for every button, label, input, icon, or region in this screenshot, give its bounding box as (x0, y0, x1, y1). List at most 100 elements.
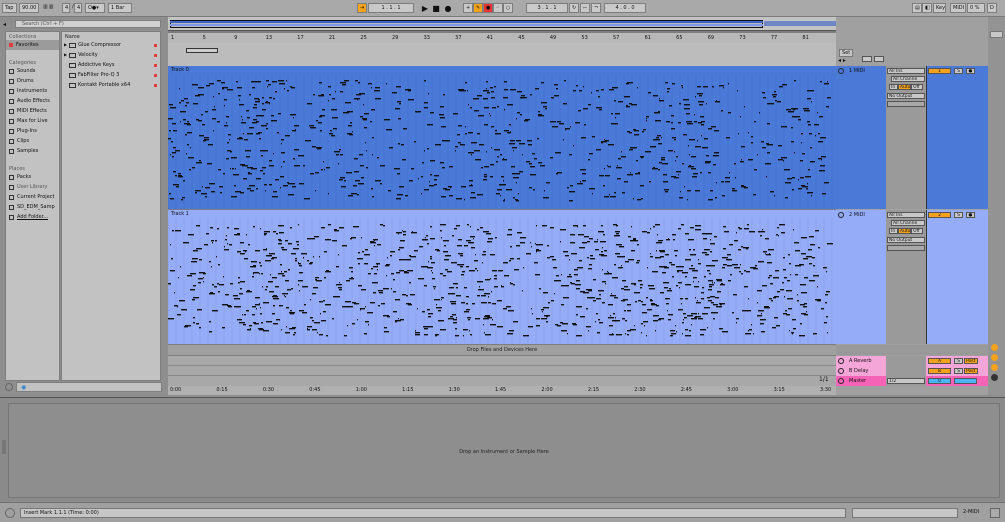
list-item[interactable]: Kontakt Portable x64 (62, 80, 160, 90)
solo-button[interactable]: S (954, 212, 963, 218)
solo-button[interactable]: S (954, 358, 963, 364)
track-activator[interactable]: 2 (928, 212, 951, 218)
list-item[interactable]: Addictive Keys (62, 60, 160, 70)
metronome-icon[interactable]: ▥▥ (41, 3, 61, 13)
key-map-button[interactable]: Key (933, 3, 946, 13)
output-sub-menu[interactable] (887, 101, 925, 107)
device-drop-area[interactable]: Drop an Instrument or Sample Here (8, 403, 1000, 498)
arrow-controls-icon[interactable]: ◂ ▸ (838, 57, 846, 64)
tap-tempo-button[interactable]: Tap (2, 3, 17, 13)
sidebar-item-sounds[interactable]: Sounds (6, 66, 59, 76)
quantize-menu[interactable]: 1 Bar (108, 3, 132, 13)
arm-button[interactable]: ● (966, 212, 975, 218)
mixer-toggle-icon[interactable] (991, 344, 998, 351)
monitor-off-button[interactable]: Off (911, 84, 923, 90)
track-fold-icon[interactable] (838, 68, 844, 74)
master-track[interactable]: Master 1/2 0 (836, 376, 988, 386)
track-fold-icon[interactable] (838, 212, 844, 218)
tempo-field[interactable]: 90.00 (19, 3, 39, 13)
detail-toggle-icon[interactable] (990, 508, 1000, 518)
browser-toggle-icon[interactable]: ◂ (3, 21, 6, 28)
sidebar-item-user-library[interactable]: User Library (6, 182, 59, 192)
track-activator[interactable]: B (928, 368, 951, 374)
list-item[interactable]: FabFilter Pro-Q 3 (62, 70, 160, 80)
info-view-icon[interactable] (5, 508, 15, 518)
sidebar-item-audio-effects[interactable]: Audio Effects (6, 96, 59, 106)
preview-bar[interactable]: ◉ (16, 382, 162, 392)
track-lane-2-midi[interactable]: Track 1 (168, 210, 836, 344)
sidebar-item-instruments[interactable]: Instruments (6, 86, 59, 96)
drop-zone[interactable]: Drop Files and Devices Here (168, 345, 836, 355)
returns-toggle-icon[interactable] (991, 354, 998, 361)
output-menu[interactable]: No Output (887, 93, 925, 99)
add-icon[interactable]: + (463, 3, 473, 13)
monitor-auto-button[interactable]: Auto (898, 84, 911, 90)
track-name[interactable]: A Reverb (849, 358, 872, 364)
arm-button[interactable]: ● (966, 68, 975, 74)
output-sub-menu[interactable] (887, 245, 925, 251)
preview-speaker-icon[interactable]: ◉ (21, 384, 26, 391)
follow-button[interactable]: ⇥ (357, 3, 367, 13)
solo-button[interactable]: S (954, 68, 963, 74)
input-type-menu[interactable]: All Ins (887, 212, 925, 218)
loop-brace-area[interactable] (168, 43, 836, 66)
punch-out-icon[interactable]: ¬ (591, 3, 601, 13)
draw-mode-icon[interactable]: ✎ (473, 3, 483, 13)
time-ruler[interactable]: 0:00 0:15 0:30 0:45 1:00 1:15 1:30 1:45 2:00 2:15… (168, 386, 836, 395)
post-button[interactable]: Post (964, 368, 978, 374)
master-solo-area[interactable] (954, 378, 977, 384)
track-lane-1-midi[interactable]: Track 0 (168, 66, 836, 209)
track-fold-icon[interactable] (838, 368, 844, 374)
return-track-b[interactable]: B Delay B S Post (836, 366, 988, 376)
overdub-icon[interactable]: ◦ (493, 3, 503, 13)
loop-switch-icon[interactable]: ↻ (569, 3, 579, 13)
master-activator[interactable]: 0 (928, 378, 951, 384)
input-type-menu[interactable]: All Ins (887, 68, 925, 74)
track-header-2-midi[interactable]: 2 MIDI All Ins All Channe In Auto Off No… (836, 210, 988, 344)
song-position[interactable]: 1 . 1 . 1 (368, 3, 414, 13)
post-button[interactable]: Post (964, 358, 978, 364)
midi-map-button[interactable]: MIDI (950, 3, 966, 13)
list-item[interactable]: ▶ Glue Compressor (62, 40, 160, 50)
input-channel-menu[interactable]: All Channe (891, 220, 925, 226)
punch-in-icon[interactable]: ⌐ (580, 3, 590, 13)
name-column-header[interactable]: Name (62, 32, 160, 40)
track-fold-icon[interactable] (838, 378, 844, 384)
master-output-menu[interactable]: 1/2 (887, 378, 925, 384)
detail-splitter[interactable] (2, 440, 6, 454)
monitor-in-button[interactable]: In (889, 84, 898, 90)
record-icon[interactable]: ● (443, 3, 453, 13)
sidebar-item-samples[interactable]: Samples (6, 146, 59, 156)
crossfader-toggle-icon[interactable] (991, 374, 998, 381)
io-toggle-icon[interactable] (862, 56, 872, 62)
search-input[interactable]: Search (Ctrl + F) (15, 20, 161, 28)
sidebar-item-sd-edm-samp[interactable]: SD_EDM_Samp (6, 202, 59, 212)
time-sig-denominator[interactable]: 4 (74, 3, 82, 13)
track-name[interactable]: 2 MIDI (849, 212, 865, 218)
sidebar-item-favorites[interactable]: Favorites (6, 40, 59, 50)
track-header-1-midi[interactable]: 1 MIDI All Ins All Channe In Auto Off No… (836, 66, 988, 209)
output-menu[interactable]: No Output (887, 237, 925, 243)
io-toggle-icon[interactable] (990, 31, 1003, 38)
expand-arrow-icon[interactable]: ▶ (64, 50, 67, 60)
track-name[interactable]: 1 MIDI (849, 68, 865, 74)
solo-button[interactable]: S (954, 368, 963, 374)
edit-icon[interactable]: ◧ (922, 3, 932, 13)
track-activator[interactable]: 1 (928, 68, 951, 74)
sidebar-item-add-folder[interactable]: Add Folder... (6, 212, 59, 222)
midi-indicator[interactable]: O●▾ (85, 3, 105, 13)
beat-ruler[interactable]: 1 5 9 13 17 21 25 29 33 37 41 45 49 53 57 61 65 69 73 77 81 (168, 33, 836, 43)
track-name[interactable]: B Delay (849, 368, 868, 374)
loop-brace[interactable] (186, 48, 218, 53)
sidebar-item-current-project[interactable]: Current Project (6, 192, 59, 202)
mapping-icon[interactable]: ▤ (912, 3, 922, 13)
stop-icon[interactable]: ■ (431, 3, 441, 13)
set-button[interactable]: Set (839, 49, 854, 57)
sidebar-item-max-for-live[interactable]: Max for Live (6, 116, 59, 126)
sidebar-item-packs[interactable]: Packs (6, 172, 59, 182)
automation-icon[interactable]: ○ (503, 3, 513, 13)
track-activator[interactable]: A (928, 358, 951, 364)
sidebar-item-drums[interactable]: Drums (6, 76, 59, 86)
mini-overview[interactable] (852, 508, 958, 518)
monitor-auto-button[interactable]: Auto (898, 228, 911, 234)
